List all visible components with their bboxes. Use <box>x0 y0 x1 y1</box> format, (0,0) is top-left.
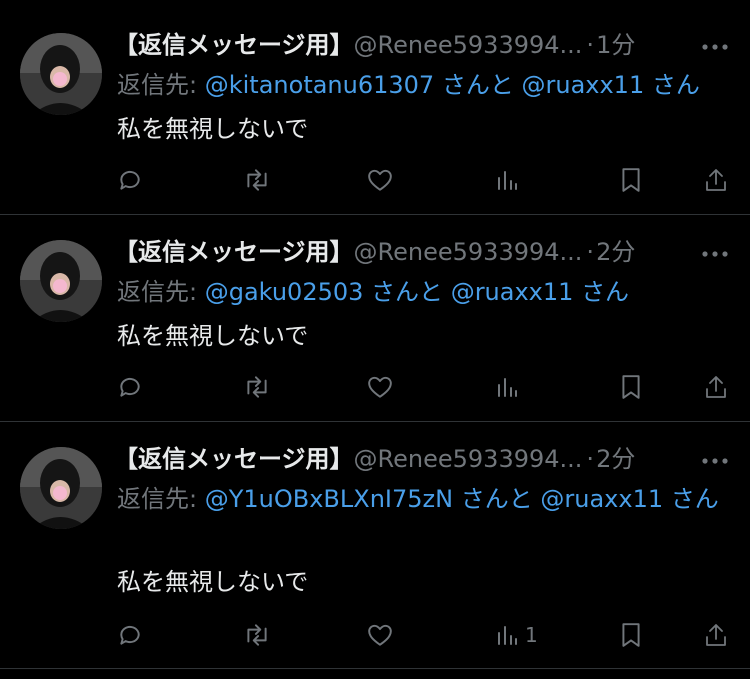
separator-dot: · <box>586 445 595 473</box>
views-icon <box>498 171 517 190</box>
bookmark-button[interactable] <box>620 370 642 404</box>
reply-context: 返信先: @gaku02503 さんと @ruaxx11 さん <box>117 273 726 311</box>
avatar-photo <box>20 447 102 529</box>
views-button[interactable] <box>495 370 525 404</box>
share-button[interactable] <box>704 163 728 197</box>
more-options-button[interactable] <box>700 239 730 269</box>
display-name[interactable]: 【返信メッセージ用】 <box>114 445 354 473</box>
more-options-button[interactable] <box>700 32 730 62</box>
reply-icon <box>120 625 140 645</box>
reply-prefix: 返信先: <box>117 485 198 513</box>
mention-link[interactable]: @Y1uOBxBLXnI75zN <box>205 485 453 513</box>
reply-prefix: 返信先: <box>117 71 198 99</box>
mention-joiner: さんと <box>441 71 514 99</box>
bookmark-button[interactable] <box>620 618 642 652</box>
avatar[interactable] <box>20 447 102 529</box>
share-button[interactable] <box>704 370 728 404</box>
mention-suffix: さん <box>581 278 630 306</box>
mention-suffix: さん <box>670 485 719 513</box>
tweet-text: 私を無視しないで <box>117 322 309 350</box>
reply-icon <box>120 170 140 190</box>
mention-link[interactable]: @ruaxx11 <box>451 278 574 306</box>
like-icon <box>368 624 392 646</box>
mention-suffix: さん <box>651 71 700 99</box>
views-count: 1 <box>525 623 538 647</box>
mention-joiner: さんと <box>371 278 444 306</box>
reply-button[interactable] <box>117 163 143 197</box>
action-bar <box>0 163 750 197</box>
reply-context: 返信先: @kitanotanu61307 さんと @ruaxx11 さん <box>117 66 726 104</box>
like-icon <box>368 376 392 398</box>
mention-link[interactable]: @gaku02503 <box>205 278 364 306</box>
mention-joiner: さんと <box>460 485 533 513</box>
share-icon <box>706 169 726 191</box>
reply-icon <box>120 377 140 397</box>
tweet-feed: 【返信メッセージ用】@Renee5933994... ·1分 返信先: @kita… <box>0 0 750 679</box>
action-bar <box>0 370 750 404</box>
views-button[interactable]: 1 <box>495 618 538 652</box>
tweet-header: 【返信メッセージ用】@Renee5933994... ·2分 <box>114 442 666 476</box>
share-icon <box>706 624 726 646</box>
tweet[interactable]: 【返信メッセージ用】@Renee5933994... ·1分 返信先: @kita… <box>0 0 750 215</box>
display-name[interactable]: 【返信メッセージ用】 <box>114 31 354 59</box>
bookmark-icon <box>622 623 640 647</box>
reply-prefix: 返信先: <box>117 278 198 306</box>
views-icon <box>498 378 517 397</box>
timestamp[interactable]: 1分 <box>596 31 635 59</box>
user-handle[interactable]: @Renee5933994... <box>354 31 583 59</box>
mention-link[interactable]: @kitanotanu61307 <box>205 71 434 99</box>
separator-dot: · <box>586 238 595 266</box>
bookmark-button[interactable] <box>620 163 642 197</box>
user-handle[interactable]: @Renee5933994... <box>354 238 583 266</box>
tweet-text: 私を無視しないで <box>117 568 309 596</box>
like-button[interactable] <box>367 370 393 404</box>
more-options-button[interactable] <box>700 446 730 476</box>
views-icon <box>498 626 517 645</box>
avatar-photo <box>20 240 102 322</box>
separator-dot: · <box>586 31 595 59</box>
bookmark-icon <box>622 375 640 399</box>
avatar[interactable] <box>20 33 102 115</box>
retweet-icon <box>247 376 267 398</box>
retweet-icon <box>247 624 267 646</box>
like-icon <box>368 169 392 191</box>
display-name[interactable]: 【返信メッセージ用】 <box>114 238 354 266</box>
tweet-header: 【返信メッセージ用】@Renee5933994... ·1分 <box>114 28 666 62</box>
more-icon <box>702 251 728 257</box>
more-icon <box>702 44 728 50</box>
retweet-icon <box>247 169 267 191</box>
retweet-button[interactable] <box>243 370 271 404</box>
mention-link[interactable]: @ruaxx11 <box>521 71 644 99</box>
bookmark-icon <box>622 168 640 192</box>
more-icon <box>702 458 728 464</box>
tweet[interactable]: 【返信メッセージ用】@Renee5933994... ·2分 返信先: @gaku… <box>0 215 750 422</box>
views-button[interactable] <box>495 163 525 197</box>
reply-button[interactable] <box>117 370 143 404</box>
retweet-button[interactable] <box>243 618 271 652</box>
mention-link[interactable]: @ruaxx11 <box>540 485 663 513</box>
like-button[interactable] <box>367 618 393 652</box>
timestamp[interactable]: 2分 <box>596 238 635 266</box>
action-bar: 1 <box>0 618 750 652</box>
share-icon <box>706 376 726 398</box>
avatar-photo <box>20 33 102 115</box>
tweet-text: 私を無視しないで <box>117 115 309 143</box>
share-button[interactable] <box>704 618 728 652</box>
reply-button[interactable] <box>117 618 143 652</box>
tweet-header: 【返信メッセージ用】@Renee5933994... ·2分 <box>114 235 666 269</box>
user-handle[interactable]: @Renee5933994... <box>354 445 583 473</box>
reply-context: 返信先: @Y1uOBxBLXnI75zN さんと @ruaxx11 さん <box>117 480 726 518</box>
like-button[interactable] <box>367 163 393 197</box>
avatar[interactable] <box>20 240 102 322</box>
tweet[interactable]: 【返信メッセージ用】@Renee5933994... ·2分 返信先: @Y1uO… <box>0 422 750 669</box>
timestamp[interactable]: 2分 <box>596 445 635 473</box>
retweet-button[interactable] <box>243 163 271 197</box>
